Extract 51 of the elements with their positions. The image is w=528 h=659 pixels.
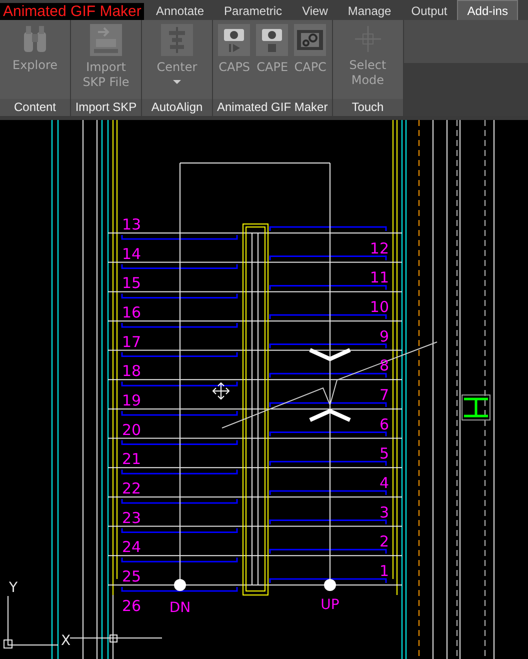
step-number: 10 — [370, 298, 389, 316]
ribbon-tab[interactable]: Annotate — [146, 0, 214, 20]
direction-label: DN — [169, 600, 191, 616]
step-number: 25 — [122, 568, 142, 586]
step-number: 5 — [379, 444, 389, 463]
panel-title: Touch — [332, 99, 403, 116]
ribbon-tab[interactable]: Add-ins — [457, 0, 518, 20]
ribbon-tab[interactable]: Output — [401, 0, 458, 20]
step-number: 9 — [379, 327, 389, 346]
ribbon-tab[interactable]: Manage — [338, 0, 402, 20]
step-number: 16 — [122, 304, 142, 322]
axis-label: Y — [9, 580, 18, 596]
step-number: 13 — [122, 216, 142, 234]
step-number: 18 — [122, 362, 142, 380]
move-cursor-icon — [212, 382, 230, 400]
step-number: 7 — [379, 386, 389, 404]
step-number: 11 — [370, 268, 389, 287]
film-gear-icon — [294, 24, 326, 56]
step-number: 1 — [379, 562, 389, 580]
step-number: 17 — [122, 332, 142, 351]
panel-title: Content — [0, 99, 70, 116]
binoculars-icon — [22, 24, 48, 54]
step-number: 24 — [122, 538, 142, 556]
step-number: 23 — [122, 508, 142, 527]
ribbon-tab[interactable]: Parametric — [214, 0, 292, 20]
panel-title: Import SKP — [71, 99, 141, 116]
step-number: 8 — [379, 356, 389, 375]
beam-icon — [462, 394, 490, 420]
step-number: 19 — [122, 392, 142, 410]
panel-title: AutoAlign — [142, 99, 212, 116]
ribbon-tab[interactable]: View — [292, 0, 338, 20]
direction-label: UP — [320, 597, 340, 613]
step-number: 4 — [379, 474, 389, 492]
align-center-icon — [161, 24, 193, 56]
skp-file-icon — [90, 24, 122, 56]
panel-title: Animated GIF Maker — [213, 99, 332, 116]
step-number: 22 — [122, 480, 142, 498]
step-number: 14 — [122, 244, 142, 263]
axis-label: X — [61, 633, 71, 649]
step-number: 21 — [122, 450, 142, 468]
step-number: 20 — [122, 420, 142, 439]
step-number: 2 — [379, 532, 389, 551]
step-number: 26 — [122, 596, 142, 615]
recorder-label: Animated GIF Maker — [0, 3, 144, 20]
step-number: 15 — [122, 274, 142, 292]
ucs-icon — [4, 594, 162, 659]
camera-stop-icon — [256, 24, 288, 56]
step-number: 3 — [379, 503, 389, 522]
step-number: 12 — [370, 239, 389, 258]
camera-play-icon — [218, 24, 250, 56]
step-number: 6 — [379, 415, 389, 434]
